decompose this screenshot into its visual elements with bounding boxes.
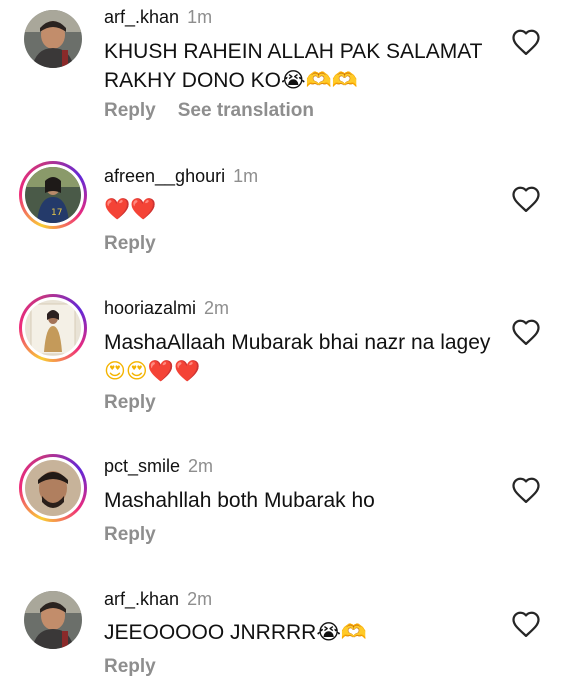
heart-outline-icon[interactable] <box>511 476 541 504</box>
reply-button[interactable]: Reply <box>104 656 156 677</box>
comment-meta: hooriazalmi 2m <box>104 297 229 319</box>
reply-button[interactable]: Reply <box>104 524 156 545</box>
comment-actions: Reply <box>104 233 156 255</box>
heart-outline-icon[interactable] <box>511 185 541 213</box>
avatar[interactable] <box>22 8 84 70</box>
comment-text: JEEOOOOO JNRRRR😭🫶 <box>104 618 499 647</box>
story-ring <box>22 457 84 519</box>
username[interactable]: arf_.khan <box>104 7 179 27</box>
avatar-image <box>25 460 81 516</box>
timestamp: 2m <box>187 589 213 609</box>
reply-button[interactable]: Reply <box>104 233 156 254</box>
heart-outline-icon[interactable] <box>511 318 541 346</box>
see-translation-button[interactable]: See translation <box>178 100 314 121</box>
red-heart-emoji: ❤️ <box>104 197 131 221</box>
avatar[interactable] <box>19 294 87 362</box>
comment-text: ❤️❤️ <box>104 195 499 224</box>
reply-button[interactable]: Reply <box>104 100 156 121</box>
avatar[interactable] <box>22 589 84 651</box>
avatar-image <box>24 591 82 649</box>
comment-item: pct_smile 2m Mashahllah both Mubarak ho R… <box>0 446 570 566</box>
avatar[interactable]: 17 <box>19 161 87 229</box>
heart-hands-emoji: 🫶 <box>340 620 368 644</box>
comment-body: JEEOOOOO JNRRRR <box>104 621 317 644</box>
comment-actions: Reply See translation <box>104 100 314 122</box>
username[interactable]: afreen__ghouri <box>104 166 225 186</box>
comment-item: arf_.khan 1m KHUSH RAHEIN ALLAH PAK SALAM… <box>0 0 570 135</box>
comment-item: 17 afreen__ghouri 1m ❤️❤️ Reply <box>0 150 570 270</box>
username[interactable]: arf_.khan <box>104 589 179 609</box>
heart-outline-icon[interactable] <box>511 610 541 638</box>
heart-eyes-emoji: 😍 <box>125 359 148 383</box>
red-heart-emoji: ❤️ <box>173 359 201 383</box>
timestamp: 2m <box>204 298 230 318</box>
timestamp: 2m <box>188 456 214 476</box>
comment-item: arf_.khan 2m JEEOOOOO JNRRRR😭🫶 Reply <box>0 578 570 697</box>
story-ring <box>22 297 84 359</box>
timestamp: 1m <box>187 7 213 27</box>
avatar-image <box>25 300 81 356</box>
heart-hands-emoji: 🫶 <box>331 68 358 92</box>
red-heart-emoji: ❤️ <box>130 197 157 221</box>
heart-eyes-emoji: 😍 <box>104 359 126 383</box>
username[interactable]: pct_smile <box>104 456 180 476</box>
avatar-image: 17 <box>25 167 81 223</box>
comment-text: Mashahllah both Mubarak ho <box>104 486 499 515</box>
comment-item: hooriazalmi 2m MashaAllaah Mubarak bhai n… <box>0 283 570 433</box>
avatar[interactable] <box>19 454 87 522</box>
comment-actions: Reply <box>104 524 156 546</box>
comment-meta: pct_smile 2m <box>104 455 213 477</box>
timestamp: 1m <box>233 166 259 186</box>
comment-body: MashaAllaah Mubarak bhai nazr na lagey <box>104 331 491 354</box>
red-heart-emoji: ❤️ <box>147 359 174 383</box>
crying-emoji: 😭 <box>280 68 306 92</box>
svg-text:17: 17 <box>51 208 62 218</box>
comment-meta: arf_.khan 2m <box>104 588 212 610</box>
username[interactable]: hooriazalmi <box>104 298 196 318</box>
reply-button[interactable]: Reply <box>104 392 156 413</box>
comment-meta: afreen__ghouri 1m <box>104 165 258 187</box>
heart-outline-icon[interactable] <box>511 28 541 56</box>
comment-body: Mashahllah both Mubarak ho <box>104 489 375 512</box>
heart-hands-emoji: 🫶 <box>305 68 332 92</box>
comment-actions: Reply <box>104 392 156 414</box>
comment-actions: Reply <box>104 656 156 678</box>
comment-meta: arf_.khan 1m <box>104 6 212 28</box>
comment-text: MashaAllaah Mubarak bhai nazr na lagey 😍😍… <box>104 328 499 386</box>
avatar-image <box>24 10 82 68</box>
crying-emoji: 😭 <box>316 620 341 644</box>
comment-text: KHUSH RAHEIN ALLAH PAK SALAMAT RAKHY DON… <box>104 37 499 95</box>
story-ring: 17 <box>22 164 84 226</box>
